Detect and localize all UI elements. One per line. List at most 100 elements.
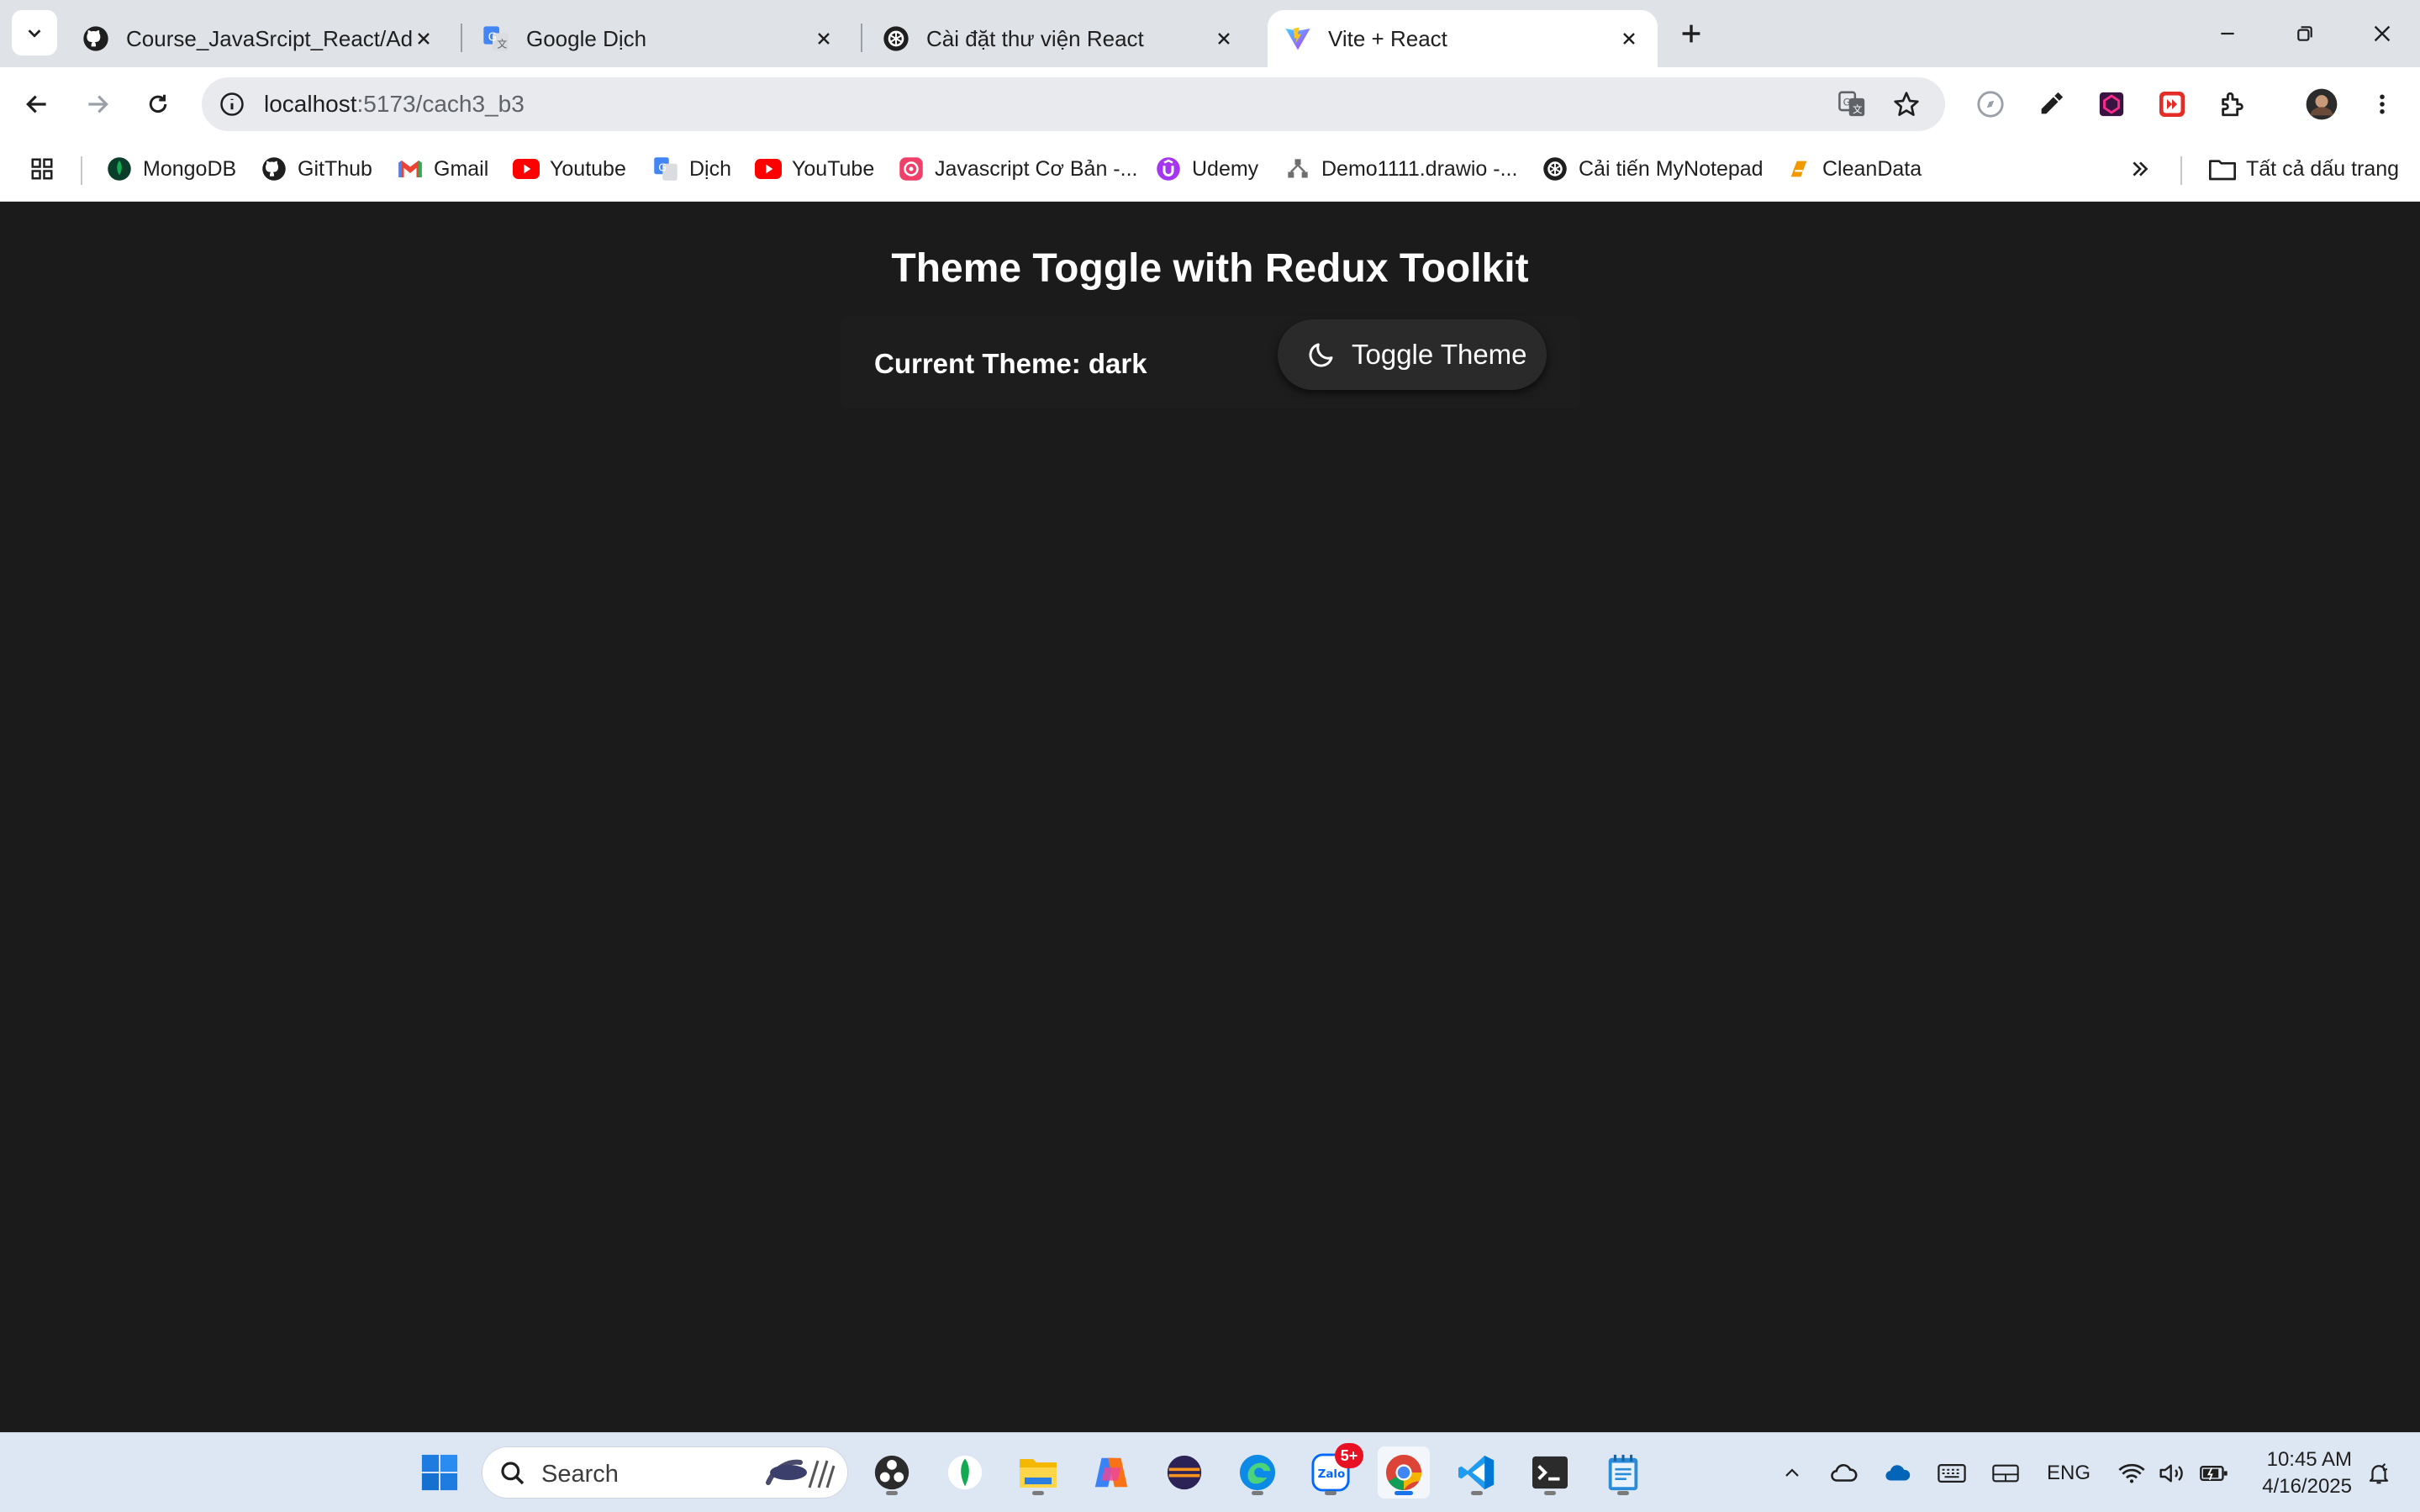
translate-page-icon[interactable]: G文: [1836, 89, 1869, 119]
tab-google-translate[interactable]: G文 Google Dịch: [466, 10, 852, 67]
tab-strip: Course_JavaSrcipt_React/Admin G文 Google …: [0, 0, 2420, 67]
taskbar-chrome[interactable]: [1378, 1446, 1430, 1499]
all-bookmarks-label: Tất cả dấu trang: [2246, 156, 2400, 181]
running-indicator: [886, 1491, 898, 1495]
extensions-puzzle-icon[interactable]: [2214, 86, 2251, 123]
current-theme-label: Current Theme: dark: [874, 348, 1147, 379]
extension-compass-icon[interactable]: [1972, 86, 2009, 123]
close-icon[interactable]: [409, 24, 439, 54]
back-button[interactable]: [17, 84, 57, 124]
taskbar-edge[interactable]: [1231, 1446, 1284, 1499]
browser-menu-button[interactable]: [2364, 86, 2401, 123]
close-icon[interactable]: [1209, 24, 1239, 54]
eyedropper-extension-icon[interactable]: [2032, 86, 2069, 123]
notifications-bell-icon[interactable]: [2362, 1455, 2396, 1492]
taskbar-mongodb-compass[interactable]: [939, 1446, 991, 1499]
extension-pink-icon[interactable]: [2093, 86, 2130, 123]
bookmark-translate[interactable]: G Dịch: [652, 150, 731, 188]
bookmark-github[interactable]: GitThub: [261, 150, 372, 188]
obs-icon: [874, 1455, 909, 1490]
tab-title: Google Dịch: [526, 25, 647, 51]
minimize-button[interactable]: [2204, 12, 2251, 55]
taskbar-file-explorer[interactable]: [1012, 1446, 1064, 1499]
taskbar: Search Zalo 5+ ENG 10:45 AM 4/16/2025: [0, 1432, 2420, 1512]
reload-button[interactable]: [138, 84, 178, 124]
plus-icon: [1682, 24, 1700, 43]
taskbar-zalo[interactable]: Zalo 5+: [1305, 1443, 1363, 1499]
url-text[interactable]: localhost:5173/cach3_b3: [264, 91, 525, 118]
bookmark-label: Youtube: [550, 156, 626, 181]
bookmark-udemy[interactable]: Udemy: [1155, 150, 1258, 188]
mongodb-compass-icon: [947, 1455, 983, 1490]
tab-search-button[interactable]: [12, 10, 57, 55]
taskbar-terminal[interactable]: [1524, 1446, 1576, 1499]
all-bookmarks-button[interactable]: Tất cả dấu trang: [2209, 150, 2399, 188]
restore-button[interactable]: [2281, 12, 2328, 55]
taskbar-copilot[interactable]: [1085, 1446, 1137, 1499]
show-hidden-icons-button[interactable]: [1777, 1455, 1807, 1492]
google-translate-icon: G文: [482, 25, 509, 52]
svg-text:G: G: [658, 161, 667, 174]
mongodb-leaf-icon: [106, 155, 133, 182]
apps-grid-icon: [29, 155, 55, 182]
tab-vite-react[interactable]: Vite + React: [1268, 10, 1658, 67]
search-icon: [498, 1458, 528, 1488]
tab-react-install[interactable]: Cài đặt thư viện React: [866, 10, 1252, 67]
bookmark-youtube-2[interactable]: YouTube: [755, 150, 874, 188]
url-host: localhost: [264, 91, 357, 117]
more-bookmarks-button[interactable]: [2127, 150, 2164, 188]
bookmark-drawio[interactable]: Demo1111.drawio -...: [1284, 150, 1517, 188]
taskbar-obs[interactable]: [866, 1446, 918, 1499]
windows-start-button[interactable]: [414, 1446, 466, 1499]
toggle-theme-button[interactable]: Toggle Theme: [1278, 319, 1547, 390]
touch-keyboard-icon[interactable]: [1935, 1455, 1969, 1492]
drawio-icon: [1284, 155, 1311, 182]
svg-text:Zalo: Zalo: [1318, 1468, 1346, 1481]
site-info-icon[interactable]: [217, 89, 247, 119]
taskbar-clock[interactable]: 10:45 AM 4/16/2025: [2243, 1446, 2352, 1500]
onedrive-personal-icon[interactable]: [1827, 1455, 1861, 1492]
running-indicator: [1471, 1491, 1483, 1495]
running-indicator: [1032, 1491, 1044, 1495]
bookmark-label: Cải tiến MyNotepad: [1579, 156, 1764, 181]
bookmark-mynotepad[interactable]: Cải tiến MyNotepad: [1542, 150, 1764, 188]
arrow-right-icon: [88, 95, 108, 113]
bookmark-youtube[interactable]: Youtube: [513, 150, 626, 188]
input-panel-icon[interactable]: [1989, 1455, 2022, 1492]
onedrive-business-icon[interactable]: [1881, 1455, 1915, 1492]
svg-text:G: G: [488, 32, 497, 45]
wifi-icon[interactable]: [2115, 1455, 2148, 1492]
clock-time: 10:45 AM: [2266, 1448, 2352, 1471]
bookmark-divider: [81, 156, 82, 185]
battery-icon[interactable]: [2197, 1455, 2231, 1492]
bookmark-mongodb[interactable]: MongoDB: [106, 150, 236, 188]
taskbar-eclipse[interactable]: [1158, 1446, 1210, 1499]
taskbar-vscode[interactable]: [1451, 1446, 1503, 1499]
url-path: :5173/cach3_b3: [356, 91, 525, 117]
taskbar-search[interactable]: Search: [482, 1446, 848, 1499]
address-bar[interactable]: localhost:5173/cach3_b3 G文: [202, 77, 1945, 131]
bookmark-star-icon[interactable]: [1890, 89, 1923, 119]
forward-button[interactable]: [77, 84, 118, 124]
tab-title: Cài đặt thư viện React: [926, 25, 1144, 51]
profile-avatar[interactable]: [2303, 86, 2340, 123]
tab-github[interactable]: Course_JavaSrcipt_React/Admin: [66, 10, 452, 67]
bookmarks-bar: MongoDB GitThub Gmail Youtube G Dịch You…: [0, 140, 2420, 202]
close-icon[interactable]: [809, 24, 839, 54]
vite-icon: [1284, 25, 1311, 52]
extension-red-play-icon[interactable]: [2154, 86, 2191, 123]
taskbar-notepad[interactable]: [1597, 1446, 1649, 1499]
new-tab-button[interactable]: [1673, 15, 1710, 52]
volume-icon[interactable]: [2155, 1455, 2189, 1492]
close-window-button[interactable]: [2359, 12, 2406, 55]
youtube-icon: [513, 155, 540, 182]
bookmark-label: Demo1111.drawio -...: [1321, 156, 1518, 181]
apps-grid-button[interactable]: [29, 150, 66, 188]
file-explorer-icon: [1020, 1459, 1057, 1488]
bookmark-gmail[interactable]: Gmail: [397, 150, 488, 188]
bookmark-javascript-course[interactable]: Javascript Cơ Bản -...: [898, 150, 1137, 188]
tab-title: Course_JavaSrcipt_React/Admin: [126, 25, 412, 51]
bookmark-cleandata[interactable]: CleanData: [1785, 150, 1922, 188]
language-indicator[interactable]: ENG: [2043, 1455, 2095, 1492]
close-icon[interactable]: [1614, 24, 1644, 54]
